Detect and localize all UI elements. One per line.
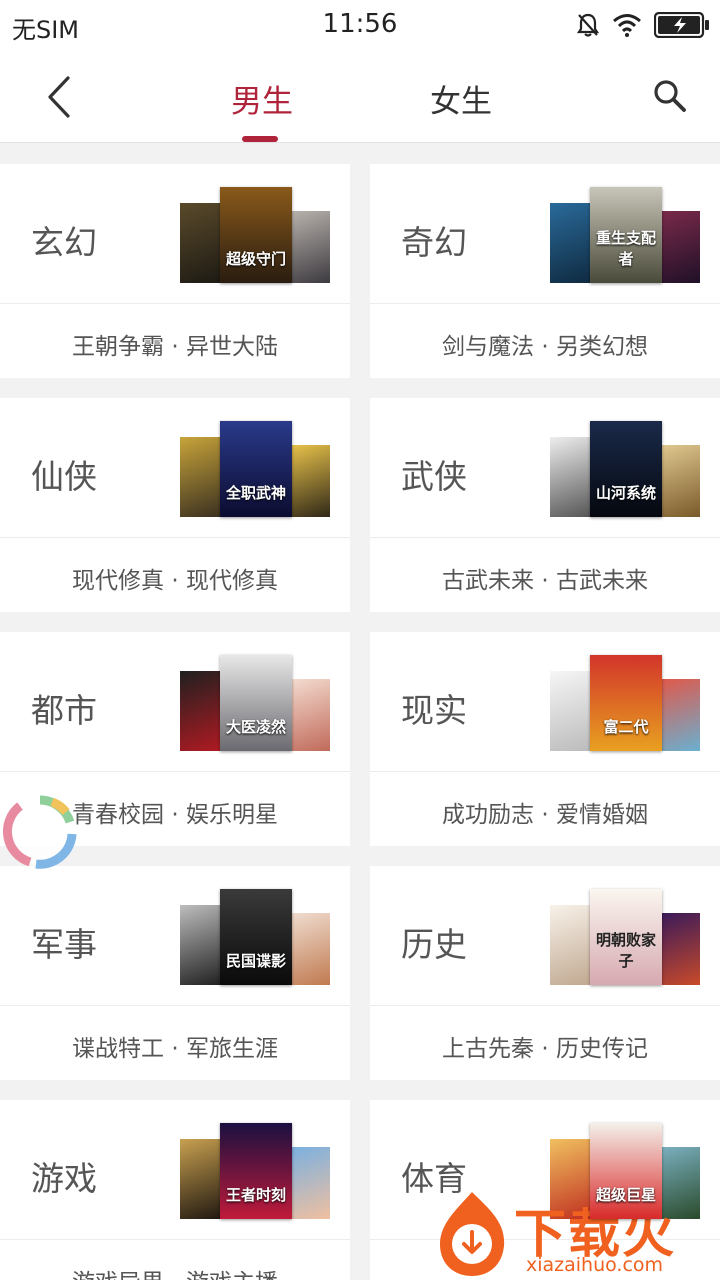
card-header: 奇幻 重生支配者 [370,164,720,304]
watermark-logo: 下载火 xiazaihuo.com [430,1188,720,1280]
category-subtitle: 王朝争霸 · 异世大陆 [72,334,278,360]
book-cover [290,679,330,751]
book-cover: 大医凌然 [220,655,292,751]
category-card[interactable]: 仙侠 全职武神 现代修真 · 现代修真 [0,398,350,612]
book-cover: 重生支配者 [590,187,662,283]
category-card[interactable]: 玄幻 超级守门 王朝争霸 · 异世大陆 [0,164,350,378]
card-header: 军事 民国谍影 [0,866,350,1006]
category-subtitle: 现代修真 · 现代修真 [72,568,278,594]
card-header: 都市 大医凌然 [0,632,350,772]
book-covers: 大医凌然 [180,655,332,753]
category-card[interactable]: 历史 明朝败家子 上古先秦 · 历史传记 [370,866,720,1080]
book-cover: 王者时刻 [220,1123,292,1219]
category-title: 玄幻 [31,223,97,262]
category-title: 奇幻 [401,223,467,262]
book-covers: 超级守门 [180,187,332,285]
wifi-icon [613,14,641,37]
book-cover: 山河系统 [590,421,662,517]
category-subtitle: 谍战特工 · 军旅生涯 [72,1036,278,1062]
book-cover [660,445,700,517]
loading-ring-icon[interactable] [0,790,84,874]
category-subtitle: 剑与魔法 · 另类幻想 [442,334,648,360]
status-icons [576,10,710,40]
category-title: 军事 [31,925,97,964]
book-covers: 全职武神 [180,421,332,519]
category-title: 历史 [401,925,467,964]
book-cover [180,203,222,283]
category-title: 武侠 [401,457,467,496]
book-cover [660,211,700,283]
category-card[interactable]: 奇幻 重生支配者 剑与魔法 · 另类幻想 [370,164,720,378]
top-nav: 男生 女生 [0,50,720,143]
book-covers: 明朝败家子 [550,889,702,987]
book-cover [660,913,700,985]
tab-male[interactable]: 男生 [231,76,293,121]
back-chevron-icon[interactable] [40,72,80,122]
book-cover [180,437,222,517]
card-header: 仙侠 全职武神 [0,398,350,538]
card-header: 游戏 王者时刻 [0,1100,350,1240]
watermark-url: xiazaihuo.com [526,1254,664,1276]
book-cover: 富二代 [590,655,662,751]
book-cover [550,905,592,985]
book-cover [180,1139,222,1219]
book-cover [290,1147,330,1219]
book-covers: 民国谍影 [180,889,332,987]
book-cover [660,679,700,751]
category-title: 仙侠 [31,457,97,496]
book-covers: 重生支配者 [550,187,702,285]
battery-charging-icon [654,12,709,38]
category-subtitle: 游戏异界 · 游戏主播 [0,1263,350,1280]
flame-logo-icon [440,1192,505,1276]
book-cover: 明朝败家子 [590,889,662,985]
active-tab-indicator [242,136,278,142]
card-header: 历史 明朝败家子 [370,866,720,1006]
book-covers: 王者时刻 [180,1123,332,1221]
category-subtitle: 古武未来 · 古武未来 [442,568,648,594]
book-cover: 民国谍影 [220,889,292,985]
book-cover: 超级巨星 [590,1123,662,1219]
card-header: 武侠 山河系统 [370,398,720,538]
book-cover [550,203,592,283]
category-title: 现实 [401,691,467,730]
book-cover [290,913,330,985]
status-bar: 无SIM 11:56 [0,0,720,50]
book-cover [290,211,330,283]
card-header: 现实 富二代 [370,632,720,772]
book-cover [290,445,330,517]
book-covers: 富二代 [550,655,702,753]
category-title: 都市 [31,691,97,730]
book-cover [550,671,592,751]
book-covers: 山河系统 [550,421,702,519]
tab-female[interactable]: 女生 [430,76,492,121]
book-cover [180,905,222,985]
category-card[interactable]: 军事 民国谍影 谍战特工 · 军旅生涯 [0,866,350,1080]
category-subtitle: 上古先秦 · 历史传记 [442,1036,648,1062]
book-cover [180,671,222,751]
mute-icon [576,13,600,37]
category-card[interactable]: 现实 富二代 成功励志 · 爱情婚姻 [370,632,720,846]
book-cover [550,437,592,517]
book-cover: 超级守门 [220,187,292,283]
search-icon[interactable] [652,78,688,114]
card-header: 玄幻 超级守门 [0,164,350,304]
category-subtitle: 成功励志 · 爱情婚姻 [442,802,648,828]
category-card[interactable]: 游戏 王者时刻 游戏异界 · 游戏主播 [0,1100,350,1280]
category-title: 游戏 [31,1159,97,1198]
category-card[interactable]: 武侠 山河系统 古武未来 · 古武未来 [370,398,720,612]
book-cover: 全职武神 [220,421,292,517]
